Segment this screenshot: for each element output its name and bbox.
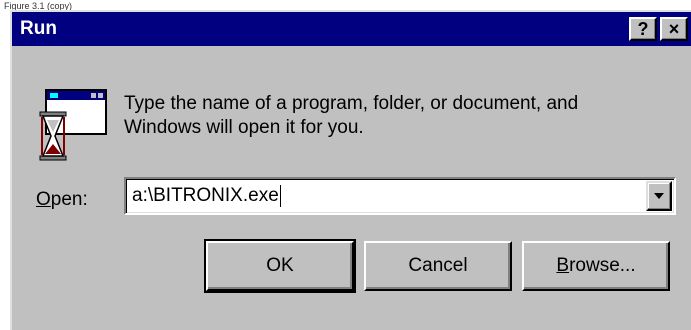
dropdown-button[interactable] <box>646 181 672 211</box>
open-input[interactable]: a:\BITRONIX.exe <box>132 183 632 209</box>
run-icon <box>36 84 112 164</box>
close-button[interactable]: × <box>660 17 688 41</box>
cancel-button[interactable]: Cancel <box>364 241 512 291</box>
open-label-accelerator: O <box>36 189 51 210</box>
description-line-1: Type the name of a program, folder, or d… <box>124 93 579 114</box>
help-button[interactable]: ? <box>629 17 657 41</box>
open-combobox[interactable]: a:\BITRONIX.exe <box>124 177 676 215</box>
description-line-2: Windows will open it for you. <box>124 117 364 138</box>
run-dialog: Run ? × Type the name of a program, fold… <box>10 10 691 330</box>
run-description: Type the name of a program, folder, or d… <box>124 92 684 140</box>
open-label: Open: <box>36 188 88 212</box>
open-input-value: a:\BITRONIX.exe <box>132 185 279 206</box>
window-title: Run <box>20 18 57 39</box>
browse-accelerator: B <box>556 255 570 276</box>
browse-button[interactable]: Browse... <box>522 241 670 291</box>
open-label-text: pen: <box>50 189 88 210</box>
title-bar[interactable]: Run ? × <box>12 12 691 46</box>
browse-label: rowse... <box>569 255 636 276</box>
text-caret <box>279 184 281 207</box>
chevron-down-icon <box>654 193 664 199</box>
ok-button[interactable]: OK <box>204 239 356 293</box>
